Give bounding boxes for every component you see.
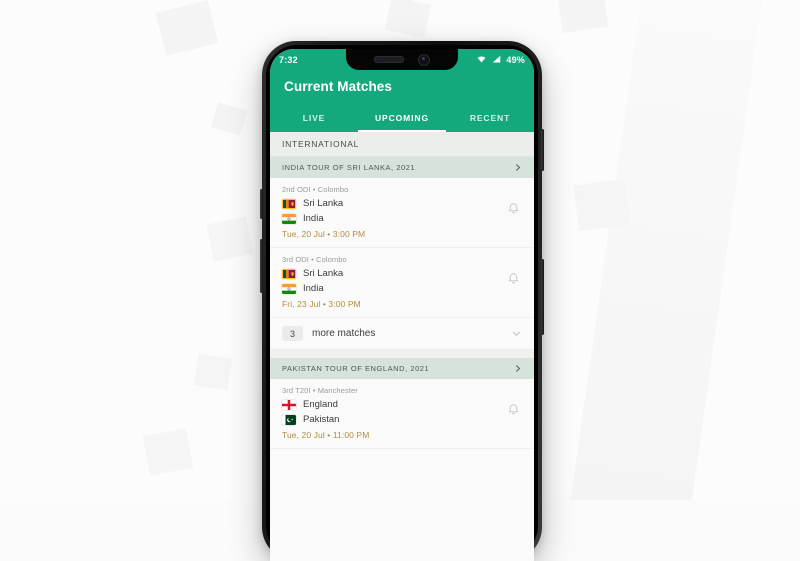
team-row-a: England xyxy=(282,399,499,410)
flag-sri-lanka-icon xyxy=(282,198,296,209)
team-row-b: Pakistan xyxy=(282,414,499,425)
section-divider xyxy=(270,350,534,358)
bell-icon xyxy=(508,273,519,284)
match-meta: 3rd ODI • Colombo xyxy=(282,255,347,264)
bg-band xyxy=(566,0,764,500)
bg-square xyxy=(210,102,248,136)
bg-square xyxy=(142,428,194,476)
series-title: PAKISTAN TOUR OF ENGLAND, 2021 xyxy=(282,364,430,373)
match-notify-toggle[interactable] xyxy=(499,185,522,214)
team-name: India xyxy=(303,213,324,224)
page-title: Current Matches xyxy=(284,79,393,94)
flag-pakistan-icon xyxy=(282,414,296,425)
flag-india-icon xyxy=(282,283,296,294)
more-matches-left: 3 more matches xyxy=(282,326,375,341)
series-header-pakistan-tour-england[interactable]: PAKISTAN TOUR OF ENGLAND, 2021 xyxy=(270,358,534,379)
more-matches-count: 3 xyxy=(282,326,303,341)
left-button-lower[interactable] xyxy=(260,239,263,293)
status-bar-indicators: 49% xyxy=(476,55,525,65)
team-name: Sri Lanka xyxy=(303,268,344,279)
section-header-international: INTERNATIONAL xyxy=(270,132,534,157)
phone-screen: 7:32 49% Current Matches LIVE UPCOMING R… xyxy=(270,49,534,561)
match-details: 3rd T20I • Manchester England Pakistan T… xyxy=(282,386,499,440)
series-title: INDIA TOUR OF SRI LANKA, 2021 xyxy=(282,163,416,172)
bg-square xyxy=(557,0,609,34)
team-row-b: India xyxy=(282,213,499,224)
tab-bar: LIVE UPCOMING RECENT xyxy=(270,104,534,132)
bell-icon xyxy=(508,203,519,214)
left-button-upper[interactable] xyxy=(260,189,263,219)
bg-square xyxy=(193,353,233,391)
team-name: Pakistan xyxy=(303,414,340,425)
front-camera-icon xyxy=(418,53,430,66)
match-row[interactable]: 3rd ODI • Colombo Sri Lanka India Fri, 2… xyxy=(270,248,534,318)
match-list: INTERNATIONAL INDIA TOUR OF SRI LANKA, 2… xyxy=(270,132,534,561)
tab-recent[interactable]: RECENT xyxy=(446,104,534,132)
chevron-right-icon xyxy=(515,164,521,171)
bg-square xyxy=(155,0,219,56)
team-name: India xyxy=(303,283,324,294)
chevron-down-icon xyxy=(512,331,521,337)
more-matches-row[interactable]: 3 more matches xyxy=(270,318,534,350)
match-details: 2nd ODI • Colombo Sri Lanka India Tue, 2… xyxy=(282,185,499,239)
match-time: Fri, 23 Jul • 3:00 PM xyxy=(282,299,361,309)
match-notify-toggle[interactable] xyxy=(499,386,522,415)
match-details: 3rd ODI • Colombo Sri Lanka India Fri, 2… xyxy=(282,255,499,309)
flag-india-icon xyxy=(282,213,296,224)
match-row[interactable]: 2nd ODI • Colombo Sri Lanka India Tue, 2… xyxy=(270,178,534,248)
match-time: Tue, 20 Jul • 11:00 PM xyxy=(282,430,370,440)
bg-square xyxy=(384,0,432,38)
match-notify-toggle[interactable] xyxy=(499,255,522,284)
bg-square xyxy=(573,179,631,231)
bg-square xyxy=(206,216,254,262)
team-name: Sri Lanka xyxy=(303,198,344,209)
team-row-a: Sri Lanka xyxy=(282,268,499,279)
match-row[interactable]: 3rd T20I • Manchester England Pakistan T… xyxy=(270,379,534,449)
chevron-right-icon xyxy=(515,365,521,372)
series-header-india-tour-sri-lanka[interactable]: INDIA TOUR OF SRI LANKA, 2021 xyxy=(270,157,534,178)
power-button[interactable] xyxy=(541,129,544,171)
match-time: Tue, 20 Jul • 3:00 PM xyxy=(282,229,366,239)
earpiece-speaker-icon xyxy=(374,56,404,63)
team-name: England xyxy=(303,399,338,410)
phone-notch xyxy=(346,49,458,70)
team-row-b: India xyxy=(282,283,499,294)
app-bar: Current Matches xyxy=(270,70,534,104)
volume-rocker-button[interactable] xyxy=(541,259,544,335)
team-row-a: Sri Lanka xyxy=(282,198,499,209)
status-bar-time: 7:32 xyxy=(279,54,298,65)
tab-live[interactable]: LIVE xyxy=(270,104,358,132)
more-matches-label: more matches xyxy=(312,328,376,339)
signal-icon xyxy=(493,55,501,63)
phone-device: 7:32 49% Current Matches LIVE UPCOMING R… xyxy=(260,41,544,561)
match-meta: 2nd ODI • Colombo xyxy=(282,185,349,194)
battery-percent: 49% xyxy=(506,54,525,65)
wifi-icon xyxy=(477,56,486,63)
flag-sri-lanka-icon xyxy=(282,268,296,279)
match-meta: 3rd T20I • Manchester xyxy=(282,386,358,395)
tab-upcoming[interactable]: UPCOMING xyxy=(358,104,446,132)
bell-icon xyxy=(508,404,519,415)
flag-england-icon xyxy=(282,399,296,410)
